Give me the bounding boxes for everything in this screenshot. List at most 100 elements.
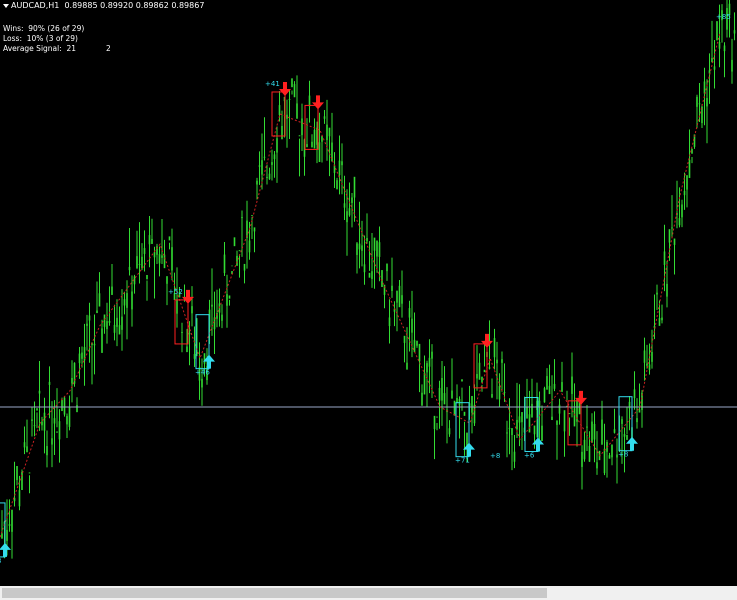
candle-body xyxy=(558,404,561,414)
up-arrow-icon xyxy=(0,542,11,557)
candle-body xyxy=(491,394,493,398)
candle-body xyxy=(113,324,116,333)
candle-body xyxy=(678,218,681,226)
candle-body xyxy=(706,98,708,107)
candle-body xyxy=(306,144,308,148)
candle-body xyxy=(541,425,543,442)
candle-body xyxy=(326,124,328,141)
candle-body xyxy=(333,165,336,173)
candle-body xyxy=(688,159,691,178)
candle-body xyxy=(258,165,261,167)
candle-body xyxy=(141,256,143,269)
price-chart[interactable]: +8 +52 +46 +41 +71 +6 +8 +8 +85 xyxy=(0,0,737,586)
candle-body xyxy=(548,385,551,395)
candle-body xyxy=(228,295,231,299)
candle-body xyxy=(351,197,353,203)
candle-body xyxy=(501,359,503,363)
candle-body xyxy=(201,378,203,388)
candle-body xyxy=(381,270,383,288)
candle-body xyxy=(696,96,698,107)
candle-body xyxy=(441,378,443,401)
candle-body xyxy=(418,343,421,362)
candle-body xyxy=(281,125,283,140)
candle-body xyxy=(646,363,648,366)
candle-body xyxy=(358,243,361,250)
candle-body xyxy=(298,135,301,137)
candle-body xyxy=(683,190,686,196)
candle-body xyxy=(98,293,101,307)
candle-body xyxy=(488,367,491,369)
symbol-timeframe: AUDCAD,H1 xyxy=(11,1,60,10)
candle-body xyxy=(261,160,263,175)
candle-body xyxy=(68,407,71,427)
header-dropdown-icon[interactable] xyxy=(3,4,9,8)
candle-body xyxy=(416,340,418,346)
candle-body xyxy=(553,383,556,389)
candle-body xyxy=(16,466,18,481)
candle-body xyxy=(733,30,736,34)
candle-body xyxy=(8,524,11,526)
candle-body xyxy=(638,409,641,413)
candle-body xyxy=(636,418,638,423)
candle-body xyxy=(111,286,113,295)
candle-body xyxy=(146,274,148,280)
candle-body xyxy=(63,397,66,415)
candle-body xyxy=(116,317,118,327)
candle-body xyxy=(341,161,343,166)
candle-body xyxy=(343,203,346,208)
candle-body xyxy=(423,372,426,395)
candle-body xyxy=(288,98,291,100)
down-arrow-icon xyxy=(481,333,493,348)
scrollbar-thumb[interactable] xyxy=(2,588,547,598)
candle-body xyxy=(661,317,663,321)
candle-body xyxy=(453,400,456,416)
candle-body xyxy=(253,227,256,232)
candle-body xyxy=(31,419,33,421)
candle-body xyxy=(43,412,46,431)
candle-body xyxy=(101,328,103,353)
candle-body xyxy=(28,472,31,474)
candle-body xyxy=(563,410,566,432)
candle-body xyxy=(363,264,366,273)
candle-body xyxy=(656,292,658,295)
candle-body xyxy=(556,420,558,425)
candle-body xyxy=(166,276,168,284)
signal-label: +8 xyxy=(490,452,500,460)
signal-label: +6 xyxy=(524,452,535,460)
candle-body xyxy=(148,235,151,245)
candle-body xyxy=(168,236,171,241)
candle-body xyxy=(481,376,483,383)
candle-body xyxy=(621,419,623,424)
candle-body xyxy=(61,400,63,412)
candle-body xyxy=(93,343,96,346)
candle-body xyxy=(411,318,413,333)
candle-body xyxy=(88,315,91,321)
candle-body xyxy=(593,423,596,440)
candle-body xyxy=(38,390,41,394)
candle-body xyxy=(266,176,268,178)
candle-body xyxy=(623,434,626,437)
stat-average-label: Average Signal: 21 xyxy=(3,44,77,53)
candle-body xyxy=(428,357,431,367)
candle-body xyxy=(176,299,178,314)
horizontal-scrollbar[interactable] xyxy=(0,586,737,600)
candle-body xyxy=(588,445,591,462)
candle-body xyxy=(493,338,496,358)
candle-body xyxy=(633,389,636,399)
candle-body xyxy=(268,173,271,180)
candle-body xyxy=(191,306,193,314)
chart-area[interactable]: +8 +52 +46 +41 +71 +6 +8 +8 +85 AUDCAD,H1 0.8988… xyxy=(0,0,737,586)
candle-body xyxy=(353,176,356,198)
candle-body xyxy=(223,254,226,274)
candle-body xyxy=(233,237,236,247)
candle-body xyxy=(58,421,61,440)
candle-body xyxy=(518,416,521,423)
chart-header: AUDCAD,H1 0.89885 0.89920 0.89862 0.8986… xyxy=(11,1,204,10)
candle-body xyxy=(478,362,481,380)
candle-body xyxy=(131,291,133,310)
candle-body xyxy=(373,237,376,251)
candle-body xyxy=(668,229,671,243)
candle-body xyxy=(286,114,288,119)
candle-body xyxy=(601,419,603,445)
candle-body xyxy=(673,238,676,245)
